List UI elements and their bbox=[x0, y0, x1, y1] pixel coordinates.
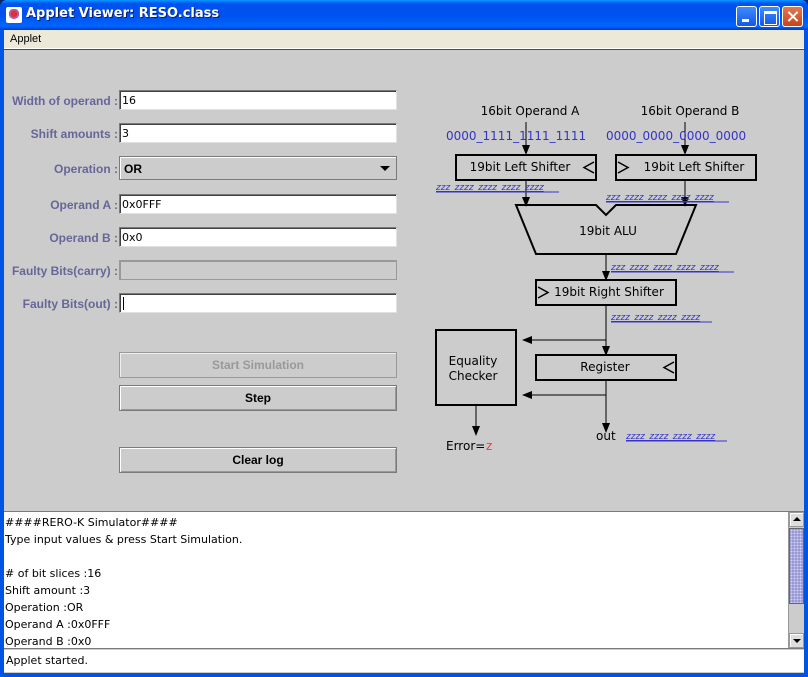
operand-b-bits: 0000_0000_0000_0000 bbox=[606, 129, 746, 143]
log-line: Operation :OR bbox=[5, 601, 84, 614]
clock-icon bbox=[537, 286, 550, 299]
log-line: Operand B :0x0 bbox=[5, 635, 92, 648]
left-shifter-a-label: 19bit Left Shifter bbox=[470, 160, 571, 174]
log-line: Operand A :0x0FFF bbox=[5, 618, 111, 631]
menu-applet[interactable]: Applet bbox=[10, 33, 41, 45]
operand-b-title: 16bit Operand B bbox=[641, 104, 740, 118]
equality-checker-label-1: Equality bbox=[449, 354, 498, 368]
window-title: Applet Viewer: RESO.class bbox=[26, 6, 220, 21]
clock-icon bbox=[617, 161, 630, 174]
log-lines: ####RERO-K Simulator#### Type input valu… bbox=[5, 514, 242, 650]
register-label: Register bbox=[580, 360, 629, 374]
left-shifter-b-label: 19bit Left Shifter bbox=[644, 160, 745, 174]
applet-viewer-window: Applet Viewer: RESO.class Applet Width o… bbox=[0, 0, 808, 677]
scrollbar-thumb[interactable] bbox=[789, 528, 804, 604]
status-bar: Applet started. bbox=[4, 650, 804, 672]
log-line: ####RERO-K Simulator#### bbox=[5, 516, 178, 529]
title-bar[interactable]: Applet Viewer: RESO.class bbox=[0, 0, 808, 30]
java-app-icon bbox=[6, 7, 22, 23]
out-label: out bbox=[596, 429, 616, 443]
circuit-diagram: 16bit Operand A 16bit Operand B 19bit Le… bbox=[435, 104, 757, 453]
status-text: Applet started. bbox=[6, 654, 88, 667]
close-button[interactable] bbox=[782, 6, 803, 27]
scroll-up-arrow-icon[interactable] bbox=[789, 512, 804, 527]
operand-a-title: 16bit Operand A bbox=[481, 104, 581, 118]
equality-checker-label-2: Checker bbox=[449, 369, 498, 383]
applet-panel: Width of operand : 16 Shift amounts : 3 … bbox=[4, 50, 804, 673]
maximize-button[interactable] bbox=[759, 6, 780, 27]
log-textarea[interactable]: ####RERO-K Simulator#### Type input valu… bbox=[4, 511, 804, 649]
clock-icon bbox=[582, 161, 595, 174]
log-line: Type input values & press Start Simulati… bbox=[5, 533, 243, 546]
menu-bar: Applet bbox=[4, 30, 804, 49]
operand-a-bits: 0000_1111_1111_1111 bbox=[446, 129, 586, 143]
right-shifter-label: 19bit Right Shifter bbox=[554, 285, 664, 299]
log-scrollbar[interactable] bbox=[788, 512, 804, 648]
error-label: Error= bbox=[446, 439, 485, 453]
log-line: Shift amount :3 bbox=[5, 584, 91, 597]
log-line: # of bit slices :16 bbox=[5, 567, 102, 580]
scroll-down-arrow-icon[interactable] bbox=[789, 633, 804, 648]
alu-label: 19bit ALU bbox=[579, 224, 637, 238]
minimize-button[interactable] bbox=[736, 6, 757, 27]
error-value: z bbox=[486, 439, 492, 453]
clock-icon bbox=[662, 361, 675, 374]
